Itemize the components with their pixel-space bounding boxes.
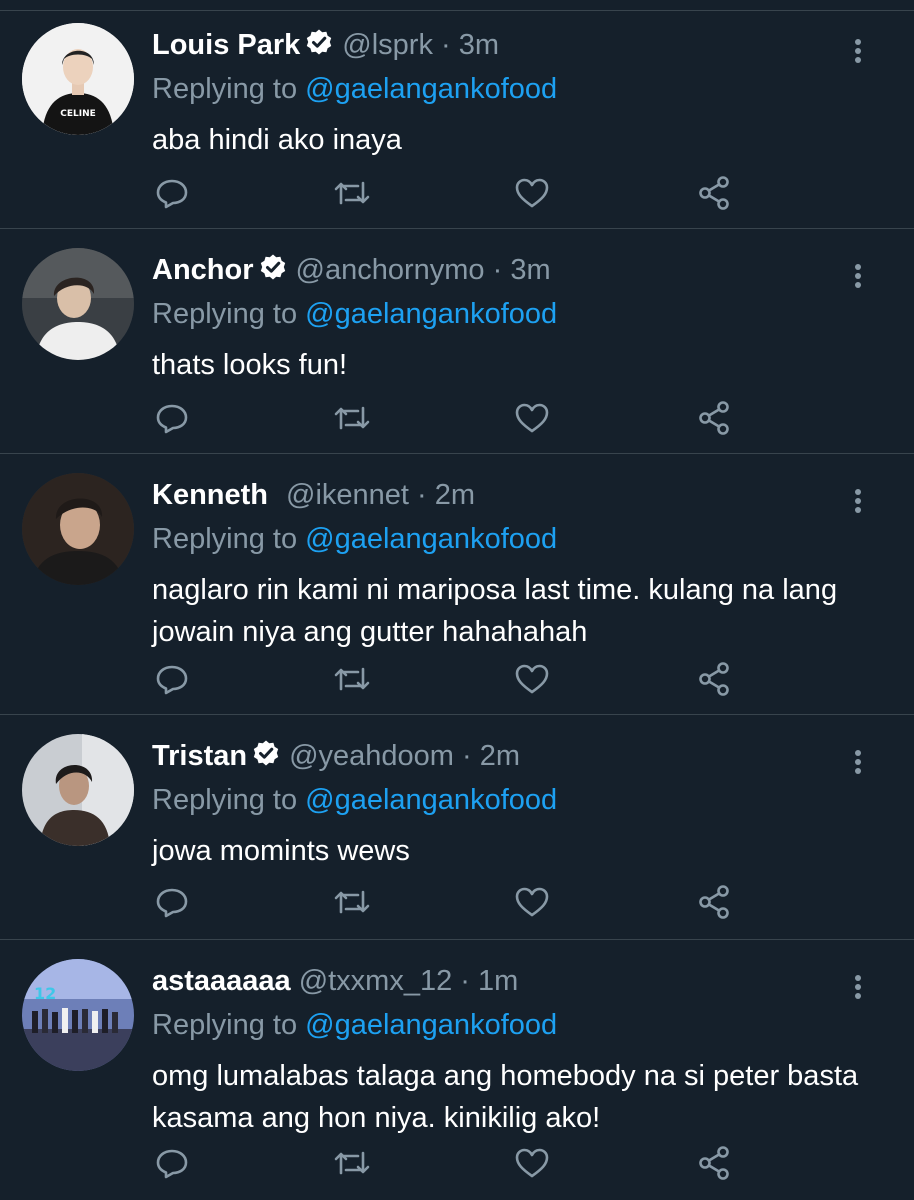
tweet-text: omg lumalabas talaga ang homebody na si … (152, 1060, 859, 1134)
replying-to: Replying to @gaelangankofood (152, 1005, 557, 1045)
tweet-card[interactable]: Kenneth @ikennet · 2m Replying to @gaelan… (0, 461, 914, 715)
verified-badge-icon (251, 739, 281, 769)
reply-icon[interactable] (152, 398, 192, 438)
tweet-header: Anchor @anchornymo · 3m (152, 250, 551, 290)
mention-link[interactable]: @gaelangankofood (305, 523, 557, 555)
reply-icon[interactable] (152, 1143, 192, 1183)
display-name[interactable]: Anchor (152, 254, 254, 286)
tweet-header: Louis Park @lsprk · 3m (152, 25, 499, 65)
display-name[interactable]: Kenneth (152, 479, 268, 511)
tweet-actions (152, 882, 752, 922)
tweet-text: naglaro rin kami ni mariposa last time. … (152, 574, 838, 648)
retweet-icon[interactable] (332, 659, 372, 699)
more-vertical-icon[interactable] (846, 481, 870, 521)
tweet-card[interactable]: CELINE Louis Park @lsprk · 3m Replying to… (0, 11, 914, 229)
mention-link[interactable]: @gaelangankofood (305, 73, 557, 105)
tweet-actions (152, 1143, 752, 1183)
avatar[interactable] (22, 248, 134, 360)
timestamp[interactable]: 3m (459, 29, 499, 61)
tweet-text: thats looks fun! (152, 349, 348, 381)
mention-link[interactable]: @gaelangankofood (305, 298, 557, 330)
reply-icon[interactable] (152, 882, 192, 922)
replying-to: Replying to @gaelangankofood (152, 69, 557, 109)
share-icon[interactable] (694, 1143, 734, 1183)
heart-icon[interactable] (512, 882, 552, 922)
reply-icon[interactable] (152, 659, 192, 699)
separator-dot: · (484, 254, 511, 286)
share-icon[interactable] (694, 398, 734, 438)
tweet-card[interactable]: 12 astaaaaaa @txxmx_12 · 1m Replying to @… (0, 947, 914, 1200)
display-name[interactable]: Louis Park (152, 29, 300, 61)
display-name[interactable]: Tristan (152, 740, 247, 772)
user-handle[interactable]: @lsprk (342, 29, 433, 61)
avatar[interactable]: 12 (22, 959, 134, 1071)
user-handle[interactable]: @ikennet (286, 479, 409, 511)
retweet-icon[interactable] (332, 1143, 372, 1183)
timestamp[interactable]: 1m (478, 965, 518, 997)
tweet-card[interactable]: Anchor @anchornymo · 3m Replying to @gael… (0, 236, 914, 454)
more-vertical-icon[interactable] (846, 742, 870, 782)
user-handle[interactable]: @txxmx_12 (299, 965, 453, 997)
heart-icon[interactable] (512, 173, 552, 213)
avatar[interactable] (22, 734, 134, 846)
heart-icon[interactable] (512, 398, 552, 438)
tweet-actions (152, 659, 752, 699)
retweet-icon[interactable] (332, 173, 372, 213)
separator-dot: · (432, 29, 459, 61)
replying-label: Replying to (152, 523, 306, 555)
retweet-icon[interactable] (332, 398, 372, 438)
more-vertical-icon[interactable] (846, 31, 870, 71)
verified-badge-icon (258, 253, 288, 283)
more-vertical-icon[interactable] (846, 256, 870, 296)
mention-link[interactable]: @gaelangankofood (305, 1009, 557, 1041)
tweet-actions (152, 173, 752, 213)
avatar[interactable] (22, 473, 134, 585)
replying-to: Replying to @gaelangankofood (152, 519, 557, 559)
mention-link[interactable]: @gaelangankofood (305, 784, 557, 816)
more-vertical-icon[interactable] (846, 967, 870, 1007)
replying-label: Replying to (152, 1009, 306, 1041)
avatar[interactable]: CELINE (22, 23, 134, 135)
separator-dot: · (453, 740, 480, 772)
replying-to: Replying to @gaelangankofood (152, 780, 557, 820)
share-icon[interactable] (694, 659, 734, 699)
timestamp[interactable]: 2m (435, 479, 475, 511)
display-name[interactable]: astaaaaaa (152, 965, 291, 997)
tweet-card[interactable]: Tristan @yeahdoom · 2m Replying to @gaela… (0, 722, 914, 940)
svg-text:CELINE: CELINE (60, 109, 96, 119)
user-handle[interactable]: @yeahdoom (289, 740, 454, 772)
separator-dot: · (408, 479, 435, 511)
user-handle[interactable]: @anchornymo (296, 254, 485, 286)
tweet-actions (152, 398, 752, 438)
heart-icon[interactable] (512, 1143, 552, 1183)
timestamp[interactable]: 2m (480, 740, 520, 772)
tweet-text: jowa momints wews (152, 835, 410, 867)
replying-to: Replying to @gaelangankofood (152, 294, 557, 334)
replying-label: Replying to (152, 784, 306, 816)
separator-dot: · (452, 965, 479, 997)
verified-badge-icon (304, 28, 334, 58)
replying-label: Replying to (152, 73, 306, 105)
tweet-header: Kenneth @ikennet · 2m (152, 475, 475, 515)
tweet-header: Tristan @yeahdoom · 2m (152, 736, 520, 776)
svg-text:12: 12 (34, 984, 56, 1003)
heart-icon[interactable] (512, 659, 552, 699)
tweet-text: aba hindi ako inaya (152, 124, 402, 156)
replying-label: Replying to (152, 298, 306, 330)
reply-icon[interactable] (152, 173, 192, 213)
retweet-icon[interactable] (332, 882, 372, 922)
timestamp[interactable]: 3m (510, 254, 550, 286)
share-icon[interactable] (694, 173, 734, 213)
tweet-header: astaaaaaa @txxmx_12 · 1m (152, 961, 518, 1001)
share-icon[interactable] (694, 882, 734, 922)
top-divider (0, 0, 914, 11)
